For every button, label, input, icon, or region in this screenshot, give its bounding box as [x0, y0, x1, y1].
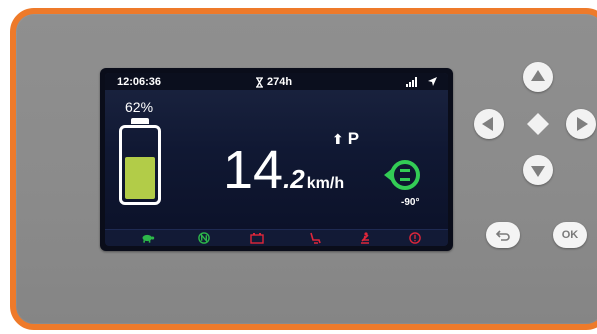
- battery-level-fill: [125, 157, 155, 199]
- speed-readout: 14.2 km/h: [223, 139, 344, 201]
- back-arrow-icon: [495, 230, 510, 241]
- seatbelt-warning-icon: [361, 232, 369, 244]
- up-button[interactable]: [523, 62, 553, 92]
- hourglass-icon: [256, 76, 263, 88]
- direction-pad: [470, 62, 597, 192]
- signal-bars-icon: [406, 77, 417, 87]
- steering-angle: -90°: [401, 197, 420, 208]
- display-area: 12:06:36 274h 62% ⬆ P 14.2 km/h -90°: [105, 73, 448, 246]
- arrow-down-icon: [531, 166, 545, 177]
- arrow-left-icon: [482, 117, 493, 131]
- battery-gauge: [119, 125, 161, 205]
- neutral-n-icon: [198, 232, 210, 244]
- hour-meter-value: 274h: [267, 76, 293, 88]
- ok-button[interactable]: OK: [553, 222, 587, 248]
- arrow-right-icon: [577, 117, 588, 131]
- status-bar: 12:06:36 274h: [105, 73, 448, 90]
- battery-percent: 62%: [125, 99, 154, 115]
- back-button[interactable]: [486, 222, 520, 248]
- seat-warning-icon: [310, 232, 321, 244]
- display-screen: 12:06:36 274h 62% ⬆ P 14.2 km/h -90°: [100, 68, 453, 251]
- gear-label: P: [347, 129, 360, 148]
- brake-warning-icon: [409, 232, 421, 244]
- down-button[interactable]: [523, 155, 553, 185]
- left-button[interactable]: [474, 109, 504, 139]
- speed-integer: 14: [223, 140, 284, 200]
- arrow-up-icon: [531, 70, 545, 81]
- battery-warning-icon: [250, 233, 264, 244]
- indicator-bar: [105, 229, 448, 246]
- gps-arrow-icon: [428, 77, 437, 86]
- turtle-icon: [142, 234, 155, 243]
- speed-unit: km/h: [306, 175, 345, 192]
- right-button[interactable]: [566, 109, 596, 139]
- speed-decimal: .2: [283, 164, 305, 194]
- battery-cap: [131, 118, 149, 124]
- hour-meter: 274h: [255, 76, 292, 88]
- steering-mode-icon: [384, 160, 420, 190]
- clock-time: 12:06:36: [117, 76, 162, 88]
- center-diamond: [527, 113, 549, 135]
- ok-button-label: OK: [561, 229, 579, 241]
